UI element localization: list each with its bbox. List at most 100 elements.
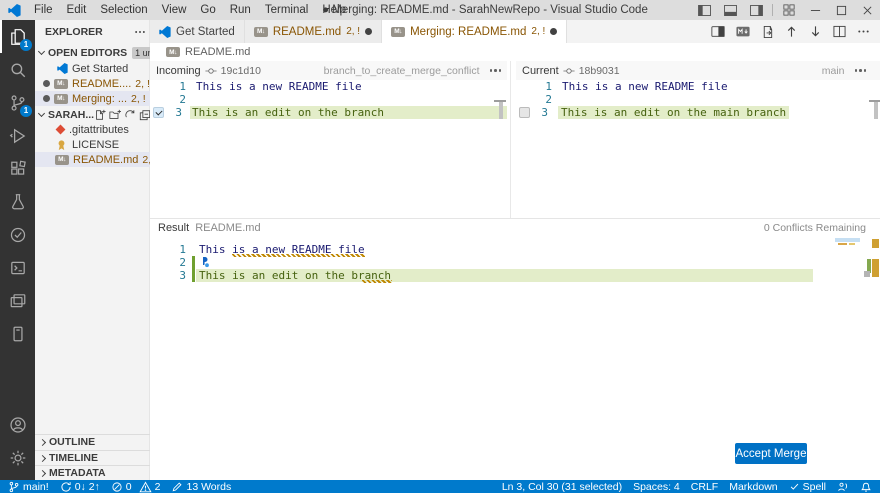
branch-status[interactable]: main! [8,481,49,493]
tab-label: Get Started [176,26,235,38]
metadata-section[interactable]: METADATA [35,465,150,480]
dirty-dot-icon[interactable] [550,28,557,35]
open-editor-get-started[interactable]: Get Started [35,61,150,76]
scrollbar-thumb[interactable] [499,102,503,119]
menu-view[interactable]: View [155,4,194,16]
menu-selection[interactable]: Selection [93,4,154,16]
activity-run-debug[interactable] [0,119,35,152]
dirty-dot-icon[interactable] [365,28,372,35]
menu-go[interactable]: Go [193,4,222,16]
indentation-status[interactable]: Spaces: 4 [633,481,680,493]
activity-extensions[interactable] [0,152,35,185]
problems-status[interactable]: 0 2 [111,481,161,493]
incoming-line-1[interactable]: 1This is a new README file [150,80,507,93]
sync-icon [60,481,72,493]
outline-section[interactable]: OUTLINE [35,434,150,449]
sidebar-more-actions-icon[interactable] [134,26,150,38]
toggle-secondary-sidebar-icon[interactable] [743,0,769,20]
incoming-pane-header: Incoming 19c1d10 branch_to_create_merge_… [150,61,507,80]
activity-explorer[interactable]: 1 [0,20,35,53]
notifications-bell-icon[interactable] [860,481,872,493]
activity-checklist[interactable] [0,218,35,251]
open-editor-readme[interactable]: M↓ README.... 2, ! [35,76,150,91]
sync-status[interactable]: 0↓ 2↑ [60,481,100,493]
file-readme[interactable]: M↓ README.md 2, ! [35,152,150,167]
accept-merge-button[interactable]: Accept Merge [735,443,807,464]
minimize-icon[interactable] [802,0,828,20]
breadcrumb[interactable]: M↓ README.md [150,43,880,61]
tab-get-started[interactable]: Get Started [150,20,245,43]
scrollbar-thumb[interactable] [874,102,878,119]
activity-device[interactable] [0,317,35,350]
current-line-1[interactable]: 1This is a new README file [516,80,880,93]
next-conflict-icon[interactable] [809,25,822,38]
accept-current-checkbox[interactable] [519,107,530,118]
line-number: 3 [166,106,182,119]
activity-testing[interactable] [0,185,35,218]
open-changes-icon[interactable] [761,25,774,39]
customize-layout-icon[interactable] [776,0,802,20]
problems-decoration: 2, ! [531,26,545,37]
modified-dot-icon [43,80,50,87]
tab-readme[interactable]: M↓ README.md 2, ! [245,20,382,43]
file-label: LICENSE [72,139,119,151]
folder-name: SARAH... [48,109,94,121]
cursor-position-status[interactable]: Ln 3, Col 30 (31 selected) [502,481,622,493]
file-license[interactable]: LICENSE [35,137,150,152]
result-line-3[interactable]: 3This is an edit on the branch [150,269,850,282]
accept-incoming-checkbox[interactable] [153,107,164,118]
incoming-line-2[interactable]: 2 [150,93,507,106]
toggle-panel-icon[interactable] [717,0,743,20]
menu-terminal[interactable]: Terminal [258,4,315,16]
activity-search[interactable] [0,53,35,86]
markdown-preview-icon[interactable] [736,26,750,37]
file-label: .gitattributes [69,124,129,136]
minimap-slider[interactable] [835,238,860,242]
open-preview-side-icon[interactable] [711,25,725,38]
close-icon[interactable] [854,0,880,20]
folder-header[interactable]: SARAH... [35,107,150,122]
result-line-2[interactable]: 2 [150,256,850,269]
language-mode-status[interactable]: Markdown [729,481,777,493]
breadcrumb-item[interactable]: README.md [185,46,250,58]
pane-divider[interactable] [510,61,511,218]
word-count-status[interactable]: 13 Words [171,481,231,493]
spell-status[interactable]: Spell [789,481,826,493]
line-number: 3 [170,269,186,282]
refresh-icon[interactable] [124,109,136,121]
feedback-icon[interactable] [837,481,849,493]
pane-more-actions-icon[interactable] [490,69,502,72]
tab-merging-readme[interactable]: M↓ Merging: README.md 2, ! [382,20,567,43]
settings-gear-icon[interactable] [0,441,35,474]
split-editor-icon[interactable] [833,25,846,38]
menu-help[interactable]: Help [315,4,353,16]
open-editor-merging[interactable]: M↓ Merging: ... 2, ! [35,91,150,106]
more-actions-icon[interactable] [857,25,870,38]
pane-more-actions-icon[interactable] [855,69,867,72]
activity-terminal-panel[interactable] [0,251,35,284]
section-label: TIMELINE [49,452,98,464]
incoming-line-3[interactable]: 3This is an edit on the branch [150,106,507,119]
markdown-file-icon: M↓ [55,155,69,165]
code-text: This is a new README file [196,80,362,93]
collapse-all-icon[interactable] [139,109,150,121]
open-editors-header[interactable]: OPEN EDITORS 1 unsaved [35,45,150,60]
cursor-position-label: Ln 3, Col 30 (31 selected) [502,481,622,493]
previous-conflict-icon[interactable] [785,25,798,38]
current-line-3[interactable]: 3This is an edit on the main branch [516,106,880,119]
menu-run[interactable]: Run [223,4,258,16]
current-line-2[interactable]: 2 [516,93,880,106]
maximize-icon[interactable] [828,0,854,20]
menu-edit[interactable]: Edit [60,4,94,16]
eol-status[interactable]: CRLF [691,481,718,493]
markdown-file-icon: M↓ [254,27,268,37]
activity-source-control[interactable]: 1 [0,86,35,119]
activity-remote-windows[interactable] [0,284,35,317]
file-gitattributes[interactable]: .gitattributes [35,122,150,137]
timeline-section[interactable]: TIMELINE [35,450,150,465]
toggle-sidebar-icon[interactable] [691,0,717,20]
new-folder-icon[interactable] [109,109,121,121]
account-icon[interactable] [0,408,35,441]
menu-file[interactable]: File [27,4,60,16]
new-file-icon[interactable] [94,109,106,121]
